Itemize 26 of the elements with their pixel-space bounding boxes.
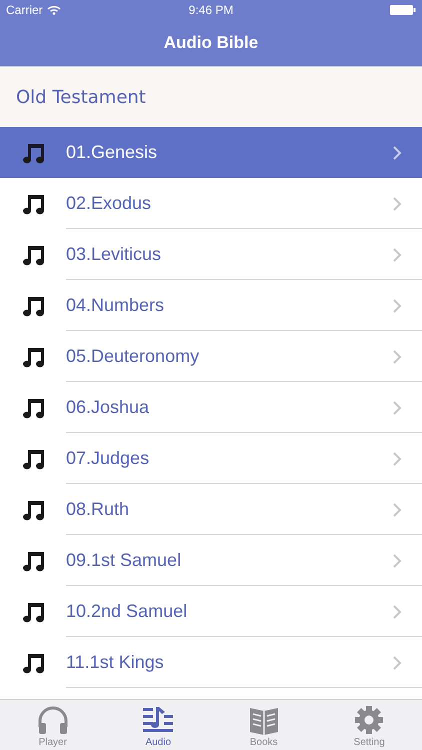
chevron-icon <box>393 502 402 516</box>
carrier-text: Carrier <box>6 3 43 17</box>
chevron-icon <box>393 196 402 210</box>
chevron-icon <box>393 146 402 160</box>
tab-item[interactable]: Setting <box>316 700 422 750</box>
tab-item[interactable]: Books <box>211 700 316 750</box>
chevron-icon <box>393 656 402 670</box>
battery-icon <box>390 5 416 15</box>
chevron-icon <box>393 554 402 568</box>
nav-title: Audio Bible <box>164 33 258 53</box>
chevron-icon <box>393 298 402 312</box>
settings-icon <box>354 705 384 735</box>
book-icon <box>248 705 280 735</box>
wifi-icon <box>46 5 61 15</box>
chevron-icon <box>393 452 402 466</box>
book-row[interactable]: 01.Genesis <box>0 127 422 178</box>
music-lines-icon <box>142 705 174 735</box>
chevron-icon <box>393 350 402 364</box>
chevron-icon <box>393 604 402 618</box>
tab-item[interactable]: Player <box>0 700 106 750</box>
headphones-icon <box>36 705 69 735</box>
tab-item[interactable]: Audio <box>106 700 211 750</box>
time-text: 9:46 PM <box>188 3 234 17</box>
section-title: Old Testament <box>16 86 146 108</box>
chevron-icon <box>393 248 402 262</box>
chevron-icon <box>393 400 402 414</box>
